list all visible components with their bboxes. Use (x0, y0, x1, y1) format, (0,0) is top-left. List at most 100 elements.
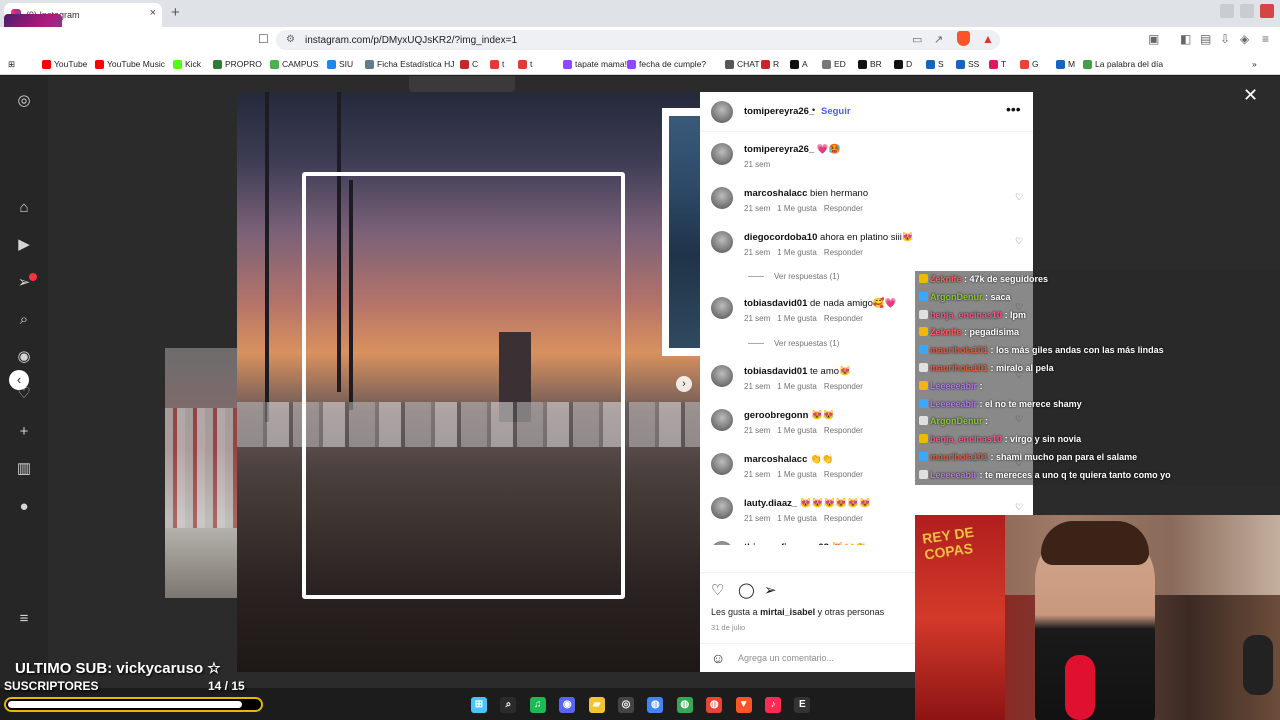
view-replies-button[interactable]: Ver respuestas (1) (748, 272, 839, 281)
bookmark-item[interactable]: t (490, 59, 504, 69)
comment-username[interactable]: marcoshalacc (744, 454, 807, 465)
apps-grid-icon[interactable]: ⊞ (8, 59, 15, 70)
commenter-avatar[interactable] (711, 187, 733, 209)
comment-like-heart-icon[interactable]: ♡ (1015, 236, 1023, 247)
commenter-avatar[interactable] (711, 409, 733, 431)
url-text[interactable]: instagram.com/p/DMyxUQJsKR2/?img_index=1 (305, 35, 517, 46)
spotify-icon[interactable]: ♫ (529, 697, 546, 713)
comment-input[interactable]: Agrega un comentario... (738, 653, 834, 663)
brave-shields-icon[interactable] (957, 31, 970, 46)
bookmark-item[interactable]: M (1056, 59, 1075, 69)
chrome-icon-3[interactable]: ◍ (706, 697, 723, 713)
comment-username[interactable]: thiagoo.figueroa09 (744, 542, 829, 545)
brave-rewards-icon[interactable]: ▲ (982, 32, 994, 46)
bookmark-item[interactable]: SS (956, 59, 979, 69)
bookmark-item[interactable]: CHAT (725, 59, 760, 69)
minimize-button[interactable] (1220, 4, 1234, 18)
address-bar[interactable]: ⚙ instagram.com/p/DMyxUQJsKR2/?img_index… (276, 30, 1000, 50)
share-icon[interactable]: ↗ (934, 33, 943, 46)
bookmark-item[interactable]: CAMPUS (270, 59, 318, 69)
reply-button[interactable]: Responder (824, 514, 863, 523)
profile-avatar[interactable]: ● (14, 497, 34, 517)
obs-icon[interactable]: ◎ (618, 697, 634, 713)
carousel-next-button[interactable]: › (676, 376, 692, 392)
bookmark-item[interactable]: PROPRO (213, 59, 262, 69)
post-image[interactable] (237, 92, 700, 672)
bookmark-item[interactable]: tapate mama!! (563, 59, 629, 69)
new-tab-button[interactable]: + (171, 4, 180, 21)
search-icon[interactable]: ⌕ (14, 310, 34, 330)
more-options-icon[interactable]: ••• (1006, 101, 1021, 117)
search-icon[interactable]: ⌕ (500, 697, 517, 713)
comment-likes[interactable]: 1 Me gusta (777, 426, 817, 435)
reply-button[interactable]: Responder (824, 314, 863, 323)
commenter-avatar[interactable] (711, 541, 733, 545)
commenter-avatar[interactable] (711, 143, 733, 165)
reply-button[interactable]: Responder (824, 426, 863, 435)
view-replies-button[interactable]: Ver respuestas (1) (748, 339, 839, 348)
comment-username[interactable]: diegocordoba10 (744, 232, 817, 243)
downloads-icon[interactable]: ⇩ (1220, 32, 1230, 46)
comment-username[interactable]: lauty.diaaz_ (744, 498, 797, 509)
chrome-icon-2[interactable]: ◍ (676, 697, 693, 713)
wallet-icon[interactable]: ▤ (1200, 32, 1211, 46)
bookmark-item[interactable]: ED (822, 59, 846, 69)
bookmark-item[interactable]: G (1020, 59, 1039, 69)
comment-icon[interactable]: ◯ (738, 581, 755, 599)
bookmark-item[interactable]: T (989, 59, 1006, 69)
bookmark-item[interactable]: A (790, 59, 808, 69)
comment-likes[interactable]: 1 Me gusta (777, 248, 817, 257)
reels-icon[interactable]: ▶ (14, 235, 34, 255)
reply-button[interactable]: Responder (824, 204, 863, 213)
chrome-icon[interactable]: ◍ (647, 697, 664, 713)
author-username[interactable]: tomipereyra26_ (744, 106, 814, 117)
comment-likes[interactable]: 1 Me gusta (777, 470, 817, 479)
home-icon[interactable]: ⌂ (14, 198, 34, 218)
reply-button[interactable]: Responder (824, 382, 863, 391)
vpn-icon[interactable]: ◈ (1240, 32, 1249, 46)
bookmark-item[interactable]: D (894, 59, 912, 69)
bookmark-item[interactable]: t (518, 59, 532, 69)
close-modal-icon[interactable]: ✕ (1243, 85, 1258, 106)
comment-username[interactable]: tobiasdavid01 (744, 366, 807, 377)
emoji-picker-icon[interactable]: ☺ (711, 650, 725, 666)
windows-icon[interactable]: ⊞ (471, 697, 487, 713)
bookmark-item[interactable]: fecha de cumple? (627, 59, 706, 69)
epic-games-icon[interactable]: E (794, 697, 811, 713)
commenter-avatar[interactable] (711, 297, 733, 319)
brave-icon[interactable]: ▼ (735, 697, 752, 713)
commenter-avatar[interactable] (711, 231, 733, 253)
previous-post-preview[interactable] (165, 348, 237, 598)
bookmark-item[interactable]: BR (858, 59, 882, 69)
comment-like-heart-icon[interactable]: ♡ (1015, 192, 1023, 203)
bookmark-star-icon[interactable]: ☐ (258, 32, 269, 46)
like-heart-icon[interactable]: ♡ (711, 581, 724, 599)
bookmark-item[interactable]: La palabra del día (1083, 59, 1163, 69)
bookmark-item[interactable]: YouTube Music (95, 59, 165, 69)
bookmark-item[interactable]: Ficha Estadística HJ (365, 59, 454, 69)
close-tab-icon[interactable]: × (150, 7, 156, 19)
comment-likes[interactable]: 1 Me gusta (777, 204, 817, 213)
share-send-icon[interactable]: ➢ (764, 581, 777, 599)
author-avatar[interactable] (711, 101, 733, 123)
create-icon[interactable]: + (14, 422, 34, 442)
commenter-avatar[interactable] (711, 453, 733, 475)
follow-button[interactable]: Seguir (821, 106, 851, 117)
site-info-icon[interactable]: ⚙ (286, 34, 295, 45)
comment-likes[interactable]: 1 Me gusta (777, 314, 817, 323)
bookmark-item[interactable]: R (761, 59, 779, 69)
close-window-button[interactable] (1260, 4, 1274, 18)
comment-username[interactable]: tomipereyra26_ (744, 144, 814, 155)
bookmark-item[interactable]: Kick (173, 59, 201, 69)
folder-icon[interactable]: ▰ (588, 697, 605, 713)
commenter-avatar[interactable] (711, 365, 733, 387)
reply-button[interactable]: Responder (824, 470, 863, 479)
comment-username[interactable]: tobiasdavid01 (744, 298, 807, 309)
more-menu-icon[interactable]: ≡ (14, 609, 34, 629)
dashboard-icon[interactable]: ▥ (14, 459, 34, 479)
instagram-logo-icon[interactable]: ◎ (14, 91, 34, 111)
likes-user-link[interactable]: mirtai_isabel (760, 607, 815, 617)
comment-likes[interactable]: 1 Me gusta (777, 514, 817, 523)
sidebar-icon[interactable]: ◧ (1180, 32, 1191, 46)
discord-icon[interactable]: ◉ (559, 697, 576, 713)
